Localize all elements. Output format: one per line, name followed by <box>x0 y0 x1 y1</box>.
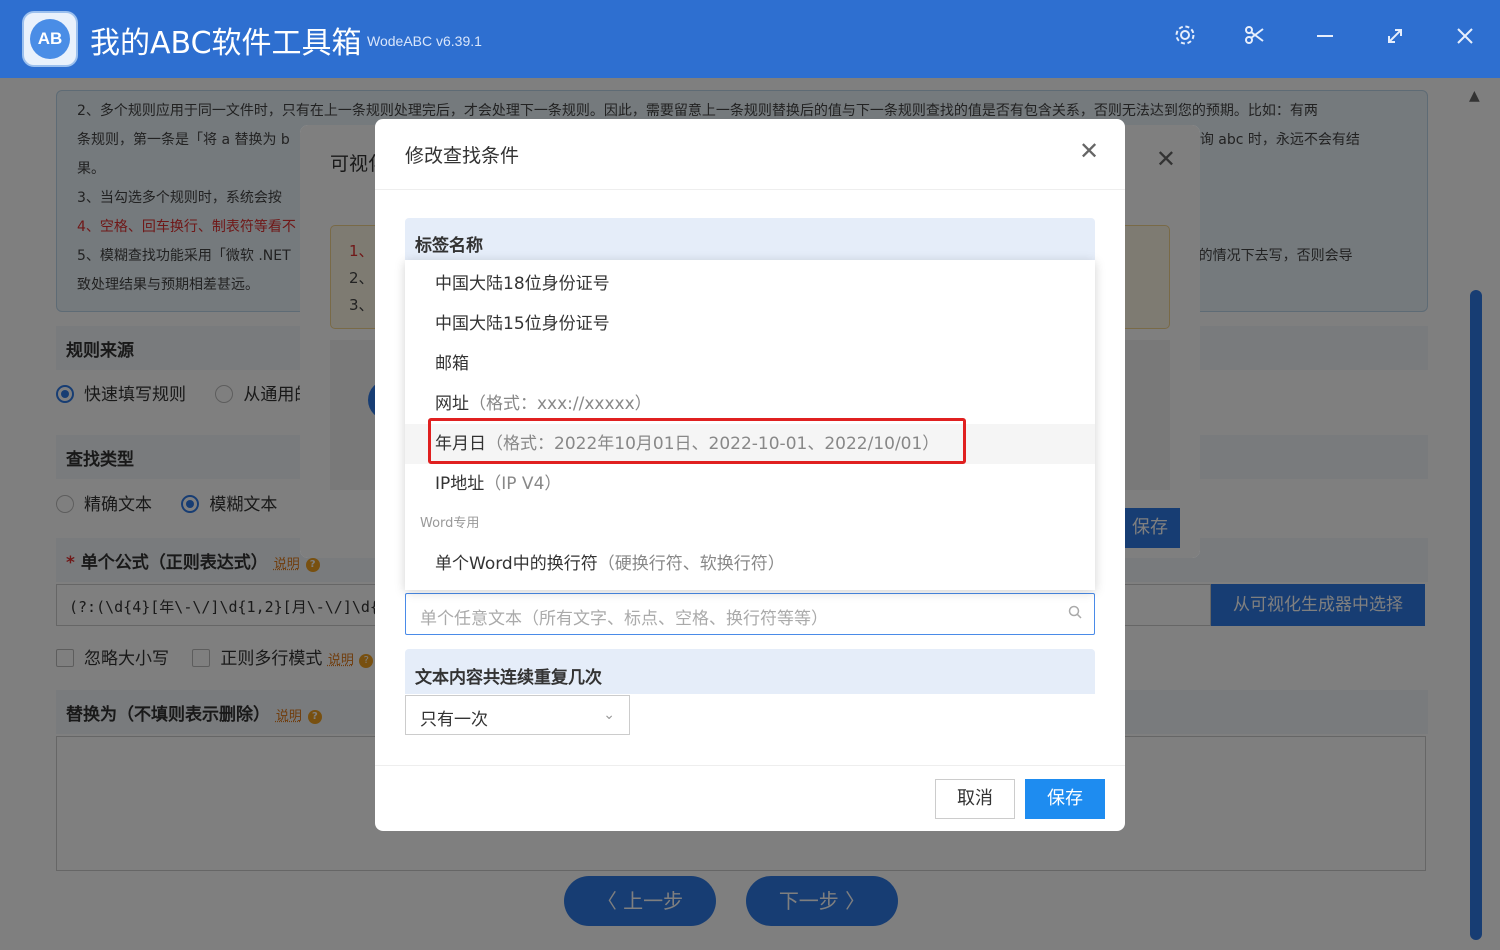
chevron-down-icon: ⌄ <box>603 707 615 723</box>
option-label: 中国大陆18位身份证号 <box>435 274 610 294</box>
close-icon[interactable] <box>1450 24 1480 54</box>
option-label: 邮箱 <box>435 354 469 374</box>
dialog-title: 修改查找条件 <box>405 145 520 167</box>
title-bar: AB 我的ABC软件工具箱 WodeABC v6.39.1 <box>0 0 1500 78</box>
cancel-button[interactable]: 取消 <box>935 779 1015 819</box>
edit-find-condition-dialog: 修改查找条件 ✕ 标签名称 中国大陆18位身份证号 中国大陆15位身份证号 邮箱… <box>375 119 1125 831</box>
option-label: IP地址 <box>435 474 485 494</box>
label-name-heading: 标签名称 <box>405 218 1095 260</box>
dropdown-option-id15[interactable]: 中国大陆15位身份证号 <box>405 304 1095 344</box>
dropdown-group-word: Word专用 <box>420 516 480 531</box>
divider <box>375 765 1125 766</box>
search-placeholder: 单个任意文本（所有文字、标点、空格、换行符等等） <box>420 609 828 629</box>
minimize-icon[interactable] <box>1310 24 1340 54</box>
app-title: 我的ABC软件工具箱 <box>90 26 362 61</box>
option-hint: （IP V4） <box>484 474 562 494</box>
option-label: 中国大陆15位身份证号 <box>435 314 610 334</box>
save-button[interactable]: 保存 <box>1025 779 1105 819</box>
highlight-annotation-box <box>428 418 966 464</box>
app-logo-text: AB <box>30 19 70 59</box>
dropdown-option-word-linebreak[interactable]: 单个Word中的换行符（硬换行符、软换行符） <box>405 544 1095 584</box>
dropdown-option-ip[interactable]: IP地址（IP V4） <box>405 464 1095 504</box>
label-search-input[interactable]: 单个任意文本（所有文字、标点、空格、换行符等等） <box>405 593 1095 635</box>
dropdown-option-email[interactable]: 邮箱 <box>405 344 1095 384</box>
settings-icon[interactable] <box>1170 24 1200 54</box>
repeat-count-select[interactable]: 只有一次 ⌄ <box>405 695 630 735</box>
dropdown-option-id18[interactable]: 中国大陆18位身份证号 <box>405 264 1095 304</box>
option-hint: （格式：xxx://xxxxx） <box>469 394 652 414</box>
option-hint: （硬换行符、软换行符） <box>597 554 785 574</box>
app-logo: AB <box>22 11 78 67</box>
option-label: 网址 <box>435 394 469 414</box>
close-icon[interactable]: ✕ <box>1079 137 1099 165</box>
divider <box>375 189 1125 190</box>
app-version: WodeABC v6.39.1 <box>367 33 482 49</box>
scissors-icon[interactable] <box>1240 24 1270 54</box>
search-icon <box>1068 605 1082 619</box>
repeat-count-value: 只有一次 <box>420 710 488 730</box>
repeat-count-heading: 文本内容共连续重复几次 <box>405 649 1095 694</box>
maximize-icon[interactable] <box>1380 24 1410 54</box>
option-label: 单个Word中的换行符 <box>435 554 598 574</box>
